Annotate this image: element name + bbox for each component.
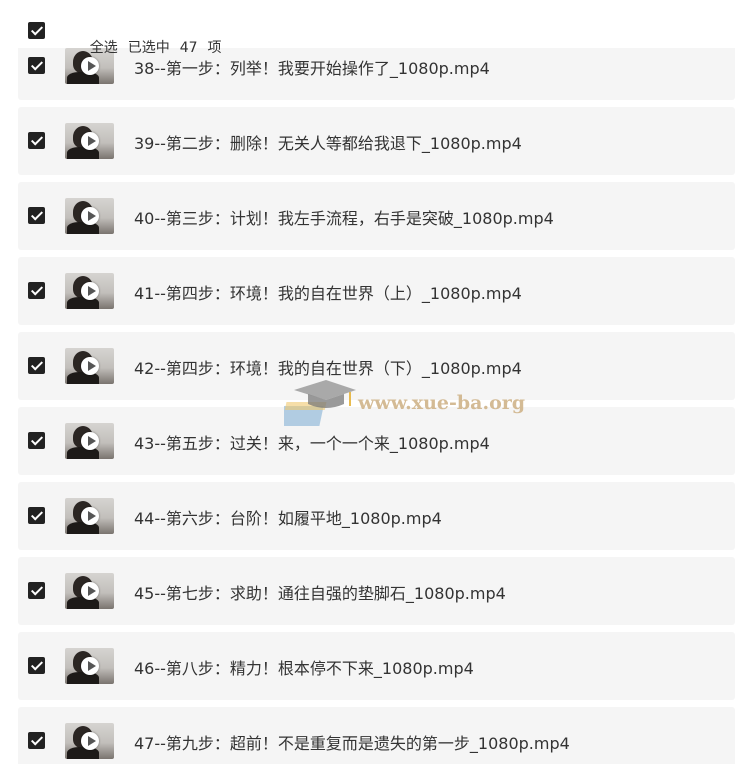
play-icon[interactable] xyxy=(81,357,99,375)
file-checkbox[interactable] xyxy=(28,732,45,749)
file-checkbox[interactable] xyxy=(28,657,45,674)
selection-summary: 全选 已选中 47 项 xyxy=(63,21,232,73)
file-row[interactable]: 39--第二步：删除！无关人等都给我退下_1080p.mp4 xyxy=(18,107,735,175)
file-checkbox[interactable] xyxy=(28,207,45,224)
video-thumbnail[interactable] xyxy=(65,573,114,609)
video-thumbnail[interactable] xyxy=(65,348,114,384)
play-icon[interactable] xyxy=(81,582,99,600)
file-checkbox[interactable] xyxy=(28,282,45,299)
play-icon[interactable] xyxy=(81,507,99,525)
file-row[interactable]: 44--第六步：台阶！如履平地_1080p.mp4 xyxy=(18,482,735,550)
selected-suffix: 项 xyxy=(207,40,222,56)
file-checkbox[interactable] xyxy=(28,57,45,74)
video-thumbnail[interactable] xyxy=(65,498,114,534)
file-list-page: 38--第一步：列举！我要开始操作了_1080p.mp4 39--第二步：删除！无… xyxy=(0,0,735,764)
video-thumbnail[interactable] xyxy=(65,648,114,684)
file-row[interactable]: 42--第四步：环境！我的自在世界（下）_1080p.mp4 xyxy=(18,332,735,400)
file-name[interactable]: 44--第六步：台阶！如履平地_1080p.mp4 xyxy=(134,505,442,529)
file-row[interactable]: 46--第八步：精力！根本停不下来_1080p.mp4 xyxy=(18,632,735,700)
video-thumbnail[interactable] xyxy=(65,423,114,459)
video-thumbnail[interactable] xyxy=(65,273,114,309)
file-row[interactable]: 43--第五步：过关！来，一个一个来_1080p.mp4 xyxy=(18,407,735,475)
selected-prefix: 已选中 xyxy=(127,40,170,56)
select-all-checkbox[interactable] xyxy=(28,22,45,39)
file-checkbox[interactable] xyxy=(28,132,45,149)
file-checkbox[interactable] xyxy=(28,357,45,374)
file-checkbox[interactable] xyxy=(28,507,45,524)
file-name[interactable]: 42--第四步：环境！我的自在世界（下）_1080p.mp4 xyxy=(134,355,522,379)
file-name[interactable]: 39--第二步：删除！无关人等都给我退下_1080p.mp4 xyxy=(134,130,522,154)
file-row[interactable]: 41--第四步：环境！我的自在世界（上）_1080p.mp4 xyxy=(18,257,735,325)
video-thumbnail[interactable] xyxy=(65,123,114,159)
file-name[interactable]: 46--第八步：精力！根本停不下来_1080p.mp4 xyxy=(134,655,474,679)
file-row[interactable]: 45--第七步：求助！通往自强的垫脚石_1080p.mp4 xyxy=(18,557,735,625)
play-icon[interactable] xyxy=(81,657,99,675)
selected-count: 47 xyxy=(179,40,198,56)
file-row[interactable]: 47--第九步：超前！不是重复而是遗失的第一步_1080p.mp4 xyxy=(18,707,735,764)
select-all-label[interactable]: 全选 xyxy=(90,40,118,56)
video-thumbnail[interactable] xyxy=(65,198,114,234)
file-row[interactable]: 40--第三步：计划！我左手流程，右手是突破_1080p.mp4 xyxy=(18,182,735,250)
video-thumbnail[interactable] xyxy=(65,723,114,759)
file-name[interactable]: 45--第七步：求助！通往自强的垫脚石_1080p.mp4 xyxy=(134,580,506,604)
file-name[interactable]: 47--第九步：超前！不是重复而是遗失的第一步_1080p.mp4 xyxy=(134,730,570,754)
file-checkbox[interactable] xyxy=(28,582,45,599)
play-icon[interactable] xyxy=(81,432,99,450)
file-name[interactable]: 40--第三步：计划！我左手流程，右手是突破_1080p.mp4 xyxy=(134,205,554,229)
play-icon[interactable] xyxy=(81,282,99,300)
play-icon[interactable] xyxy=(81,207,99,225)
file-name[interactable]: 41--第四步：环境！我的自在世界（上）_1080p.mp4 xyxy=(134,280,522,304)
select-all-bar: 全选 已选中 47 项 xyxy=(0,0,735,56)
file-name[interactable]: 43--第五步：过关！来，一个一个来_1080p.mp4 xyxy=(134,430,490,454)
play-icon[interactable] xyxy=(81,732,99,750)
file-checkbox[interactable] xyxy=(28,432,45,449)
play-icon[interactable] xyxy=(81,132,99,150)
